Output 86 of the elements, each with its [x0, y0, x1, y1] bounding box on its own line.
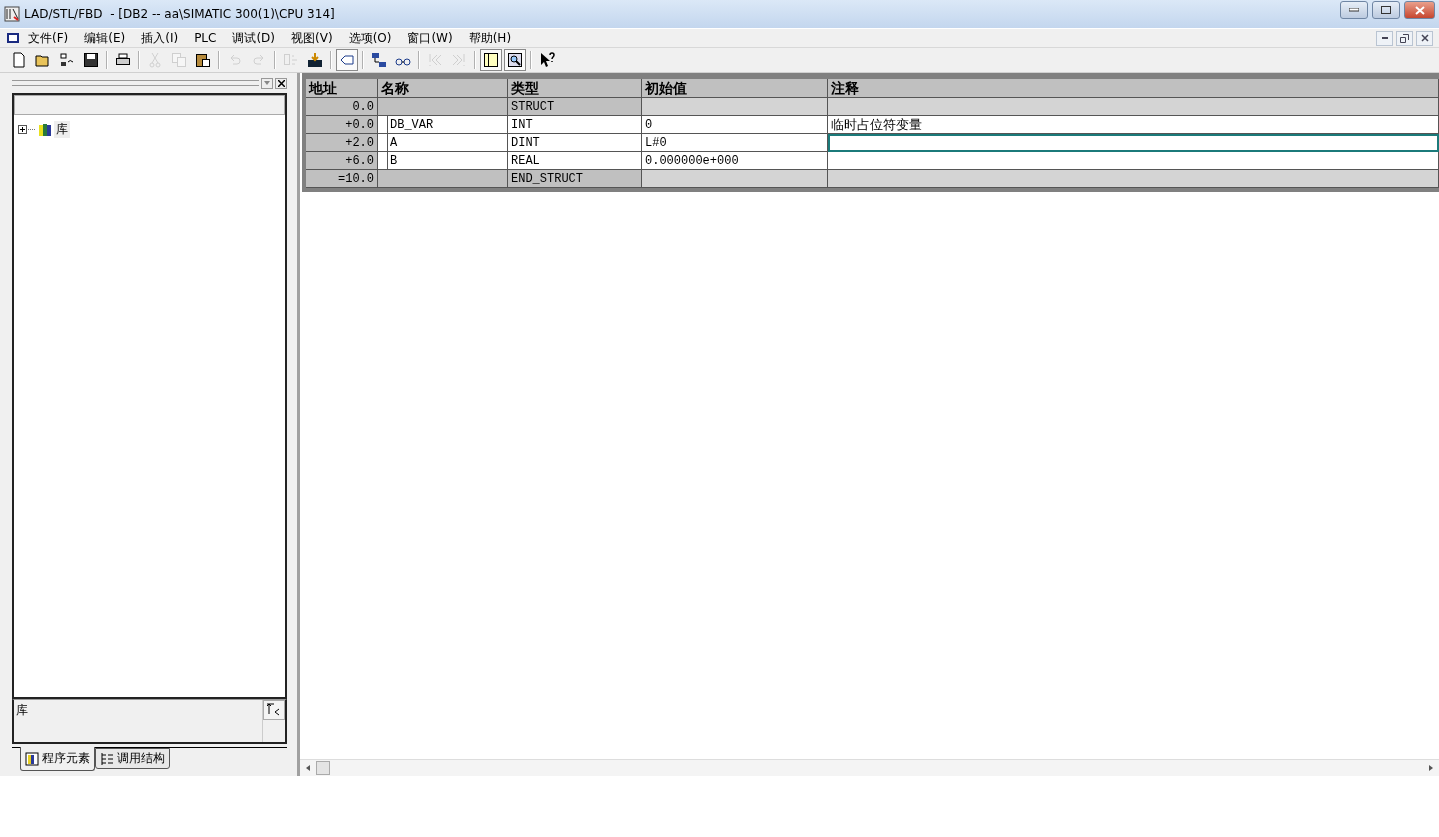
panel-tab[interactable]: 调用结构 — [95, 748, 170, 769]
comment-cell[interactable] — [828, 134, 1439, 152]
expand-icon[interactable] — [18, 125, 36, 134]
address-cell: +2.0 — [306, 134, 378, 152]
minimize-icon — [1381, 37, 1388, 39]
address-cell: +6.0 — [306, 152, 378, 170]
column-header[interactable]: 类型 — [508, 79, 642, 98]
column-header[interactable]: 地址 — [306, 79, 378, 98]
menu-item[interactable]: 文件(F) — [20, 29, 77, 47]
table-cell[interactable]: A — [378, 134, 508, 152]
toolbar-button[interactable] — [480, 49, 502, 71]
menu-item[interactable]: 帮助(H) — [460, 29, 520, 47]
maximize-icon — [1381, 6, 1391, 14]
address-cell: 0.0 — [306, 98, 378, 116]
horizontal-scrollbar[interactable] — [300, 759, 1439, 776]
toolbar-button[interactable] — [504, 49, 526, 71]
previous-icon — [427, 52, 443, 68]
table-cell[interactable]: DB_VAR — [378, 116, 508, 134]
table-cell[interactable]: REAL — [508, 152, 642, 170]
address-cell: +0.0 — [306, 116, 378, 134]
menu-item[interactable]: 窗口(W) — [399, 29, 461, 47]
tree-item[interactable]: 库 — [54, 121, 70, 138]
comment-cell[interactable] — [828, 98, 1439, 116]
document-icon — [6, 33, 20, 43]
table-cell[interactable]: B — [378, 152, 508, 170]
block-icon — [25, 751, 39, 766]
minimize-button[interactable] — [1376, 30, 1393, 46]
monitor-icon — [283, 52, 299, 68]
scroll-thumb[interactable] — [316, 761, 330, 775]
table-cell[interactable]: 0 — [642, 116, 828, 134]
next-icon — [451, 52, 467, 68]
table-cell[interactable]: L#0 — [642, 134, 828, 152]
table-cell[interactable]: INT — [508, 116, 642, 134]
table-cell[interactable] — [642, 170, 828, 188]
books-icon — [38, 122, 52, 137]
download-icon — [307, 52, 323, 68]
table-cell[interactable]: STRUCT — [508, 98, 642, 116]
column-header[interactable]: 初始值 — [642, 79, 828, 98]
table-cell[interactable] — [642, 98, 828, 116]
right-arrow-icon — [1429, 765, 1433, 771]
maximize-button[interactable] — [1372, 1, 1400, 19]
magnifier-icon — [507, 52, 523, 68]
left-arrow-icon — [306, 765, 310, 771]
up-arrow-icon — [266, 701, 282, 716]
table-cell[interactable] — [378, 98, 508, 116]
list-tree-icon — [100, 751, 114, 766]
window-title: LAD/STL/FBD - [DB2 -- aa\SIMATIC 300(1)\CPU 314] — [24, 7, 336, 21]
table-cell[interactable] — [378, 170, 508, 188]
close-button[interactable] — [275, 77, 287, 89]
restore-button[interactable] — [1396, 30, 1413, 46]
app-icon — [4, 6, 20, 22]
menu-item[interactable]: PLC — [186, 31, 225, 45]
new-file-icon — [11, 52, 27, 68]
scissors-icon — [147, 52, 163, 68]
menu-item[interactable]: 视图(V) — [283, 29, 341, 47]
close-button[interactable] — [1416, 30, 1433, 46]
folder-icon — [35, 52, 51, 68]
help-pointer-icon — [539, 52, 555, 68]
address-cell: =10.0 — [306, 170, 378, 188]
panel-tab[interactable]: 程序元素 — [20, 747, 95, 771]
up-level-button[interactable] — [263, 700, 285, 720]
close-icon — [1420, 34, 1429, 42]
panel-layout-icon — [483, 52, 499, 68]
close-icon — [1414, 5, 1425, 15]
caret-icon — [264, 81, 270, 85]
printer-icon — [115, 52, 131, 68]
comment-cell[interactable] — [828, 170, 1439, 188]
network-node-icon — [371, 52, 387, 68]
comment-cell[interactable]: 临时占位符变量 — [828, 116, 1439, 134]
column-header[interactable]: 注释 — [828, 79, 1439, 98]
table-cell[interactable]: DINT — [508, 134, 642, 152]
column-header[interactable]: 名称 — [378, 79, 508, 98]
menu-item[interactable]: 插入(I) — [133, 29, 187, 47]
table-cell[interactable]: END_STRUCT — [508, 170, 642, 188]
menu-item[interactable]: 编辑(E) — [76, 29, 134, 47]
clipboard-icon — [195, 52, 211, 68]
menu-item[interactable]: 选项(O) — [340, 29, 400, 47]
menu-item[interactable]: 调试(D) — [224, 29, 284, 47]
restore-icon — [1400, 33, 1409, 43]
close-icon — [277, 79, 285, 87]
tag-icon — [339, 52, 355, 68]
comment-cell[interactable] — [828, 152, 1439, 170]
minimize-icon — [1349, 8, 1359, 12]
network-icon — [59, 52, 75, 68]
copy-icon — [171, 52, 187, 68]
table-cell[interactable]: 0.000000e+000 — [642, 152, 828, 170]
